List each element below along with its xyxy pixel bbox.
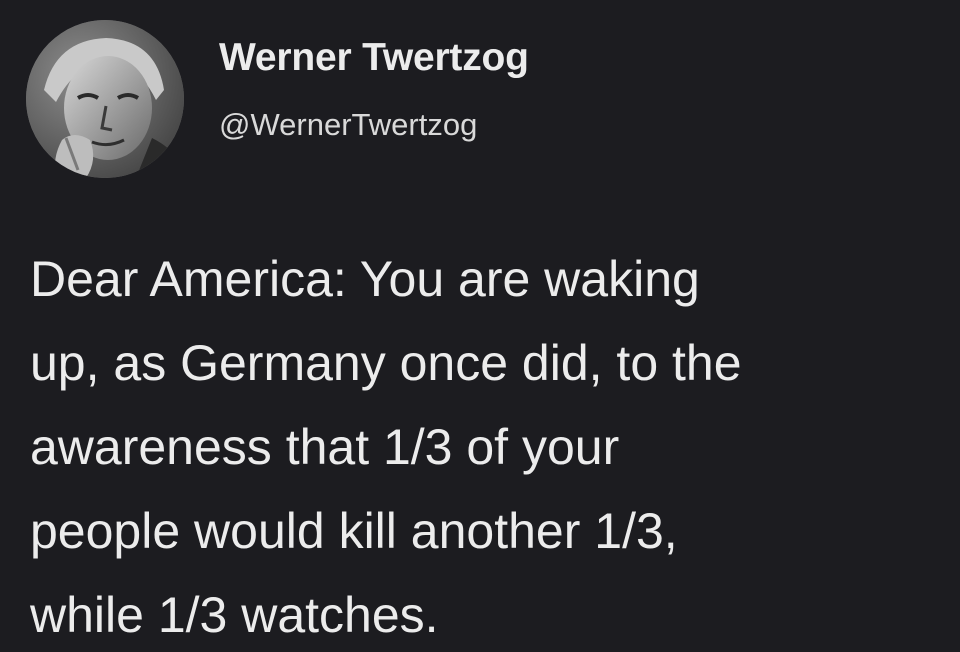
user-handle[interactable]: @WernerTwertzog (219, 107, 477, 143)
tweet-text-line: while 1/3 watches. (30, 587, 439, 643)
tweet-text-line: up, as Germany once did, to the (30, 335, 742, 391)
tweet-text-line: awareness that 1/3 of your (30, 419, 620, 475)
profile-photo-icon (26, 20, 184, 178)
avatar[interactable] (26, 20, 184, 178)
tweet-text-line: people would kill another 1/3, (30, 503, 678, 559)
tweet-card: Werner Twertzog @WernerTwertzog Dear Ame… (0, 0, 960, 652)
tweet-text: Dear America: You are waking up, as Germ… (30, 237, 950, 652)
tweet-text-line: Dear America: You are waking (30, 251, 700, 307)
display-name[interactable]: Werner Twertzog (219, 36, 529, 80)
